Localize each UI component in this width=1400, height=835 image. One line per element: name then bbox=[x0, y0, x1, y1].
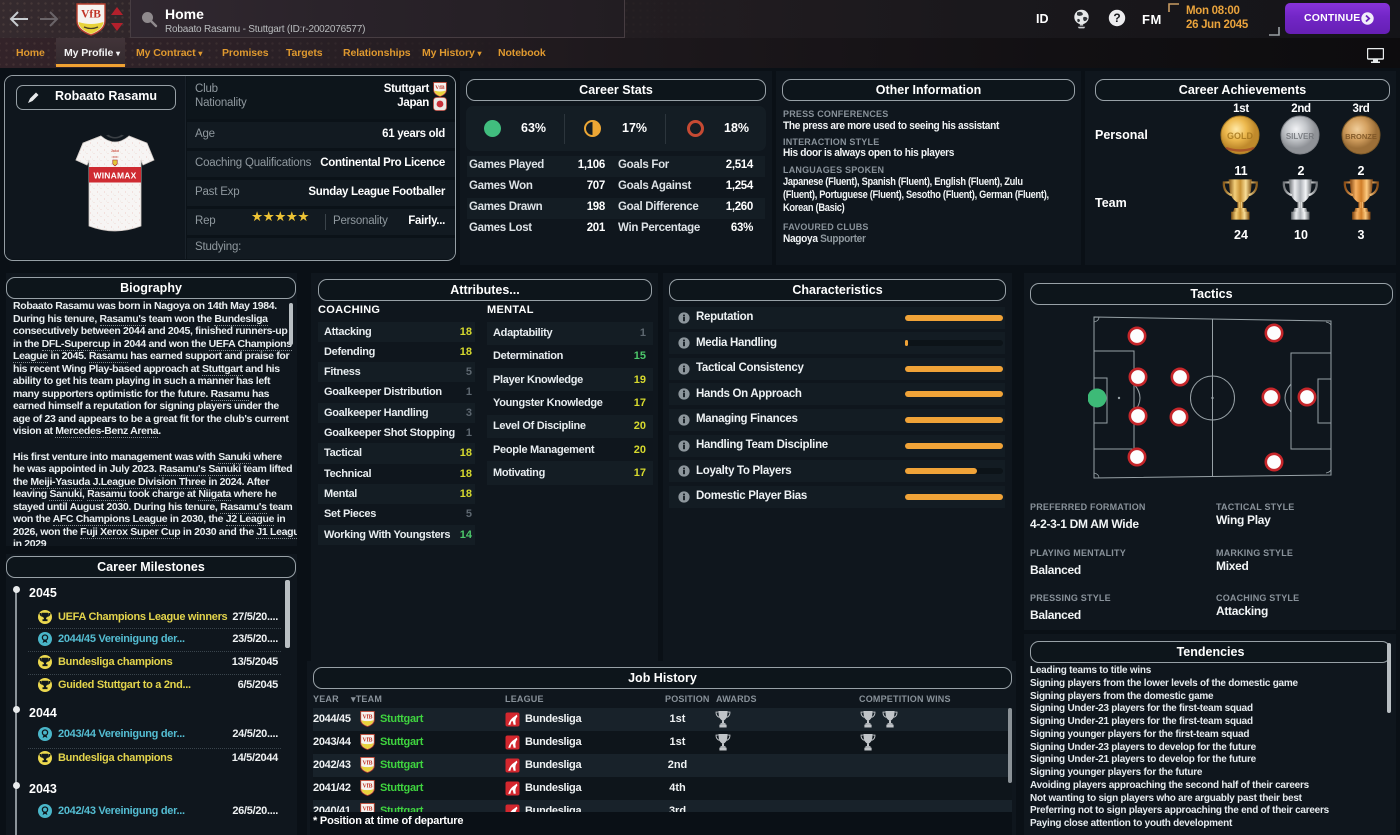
svg-text:Jako: Jako bbox=[111, 149, 120, 153]
svg-text:GOLD: GOLD bbox=[1227, 131, 1253, 141]
svg-text:?: ? bbox=[1113, 11, 1120, 25]
svg-text:BRONZE: BRONZE bbox=[1345, 132, 1377, 141]
svg-text:VfB: VfB bbox=[435, 85, 445, 91]
svg-text:WINAMAX: WINAMAX bbox=[94, 171, 137, 181]
svg-text:VfB: VfB bbox=[363, 737, 373, 743]
svg-text:SILVER: SILVER bbox=[1286, 132, 1315, 141]
svg-text:VfB: VfB bbox=[81, 9, 101, 21]
svg-text:VfB: VfB bbox=[363, 714, 373, 720]
svg-text:xxx: xxx bbox=[112, 155, 118, 159]
svg-text:VfB: VfB bbox=[363, 760, 373, 766]
svg-text:VfB: VfB bbox=[363, 783, 373, 789]
